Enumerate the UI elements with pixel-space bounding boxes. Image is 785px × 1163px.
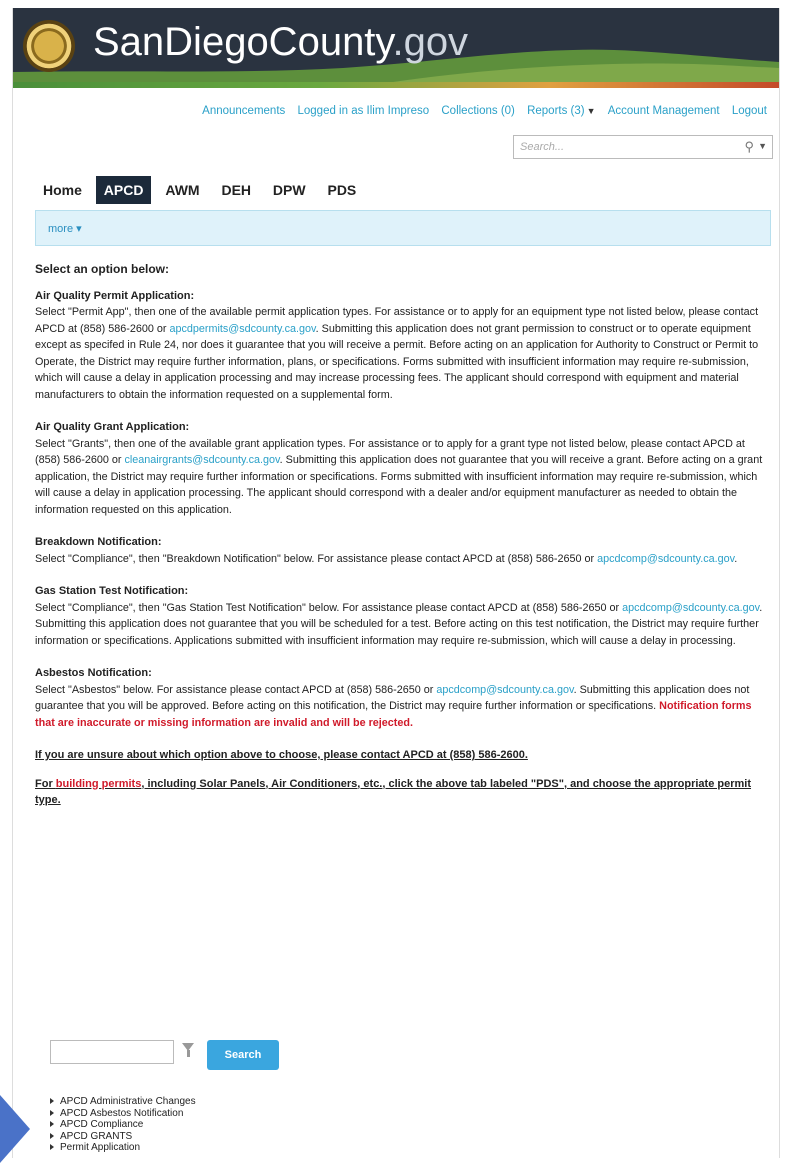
section-gas-station: Gas Station Test Notification: Select "C… (35, 583, 771, 649)
tab-dpw[interactable]: DPW (265, 176, 314, 204)
record-type-tree: APCD Administrative Changes APCD Asbesto… (50, 1096, 196, 1154)
reports-caret-icon[interactable]: ▼ (587, 106, 596, 116)
site-banner: SanDiegoCounty.gov (13, 8, 779, 88)
reports-link[interactable]: Reports (3) (527, 105, 585, 117)
section-permit: Air Quality Permit Application: Select "… (35, 288, 771, 404)
tree-item-label: APCD Administrative Changes (60, 1096, 196, 1107)
tab-awm[interactable]: AWM (157, 176, 207, 204)
email-link[interactable]: apcdcomp@sdcounty.ca.gov (597, 553, 734, 565)
tree-item[interactable]: APCD Administrative Changes (50, 1096, 196, 1108)
tree-item-label: Permit Application (60, 1142, 141, 1153)
expand-triangle-icon[interactable] (50, 1098, 54, 1105)
section-grant: Air Quality Grant Application: Select "G… (35, 419, 771, 518)
account-management-link[interactable]: Account Management (608, 105, 720, 117)
tab-apcd[interactable]: APCD (95, 176, 152, 204)
brand-suffix: .gov (392, 20, 469, 64)
subnav-bar: more ▾ (35, 210, 771, 246)
main-content: Select an option below: Air Quality Perm… (35, 261, 771, 821)
page-heading: Select an option below: (35, 262, 170, 276)
building-permits-note: For building permits, including Solar Pa… (35, 776, 771, 809)
tree-item-label: APCD Asbestos Notification (60, 1107, 184, 1119)
banner-stripe (13, 82, 779, 88)
tree-item[interactable]: Permit Application (50, 1142, 196, 1154)
search-dropdown-icon[interactable]: ▼ (758, 141, 767, 151)
site-brand[interactable]: SanDiegoCounty.gov (93, 20, 468, 65)
expand-triangle-icon[interactable] (50, 1109, 54, 1116)
search-button[interactable]: Search (207, 1040, 279, 1070)
section-title: Breakdown Notification: (35, 536, 162, 548)
note-text: For (35, 777, 56, 790)
pointer-arrow-icon (0, 1095, 30, 1163)
filter-input[interactable] (50, 1040, 174, 1064)
expand-triangle-icon[interactable] (50, 1132, 54, 1139)
email-link[interactable]: cleanairgrants@sdcounty.ca.gov (124, 454, 279, 466)
note-text: , including Solar Panels, Air Conditione… (35, 777, 752, 807)
section-title: Air Quality Permit Application: (35, 289, 195, 302)
county-seal-logo[interactable] (23, 20, 75, 72)
expand-triangle-icon[interactable] (50, 1121, 54, 1128)
logged-in-link[interactable]: Logged in as Ilim Impreso (297, 105, 429, 117)
search-placeholder: Search... (520, 141, 565, 153)
filter-funnel-stem (187, 1050, 190, 1057)
email-link[interactable]: apcdcomp@sdcounty.ca.gov (622, 602, 759, 614)
section-text: . (734, 552, 738, 565)
unsure-note: If you are unsure about which option abo… (35, 749, 528, 761)
section-text: Select "Compliance", then "Gas Station T… (35, 601, 623, 614)
section-text: Select "Compliance", then "Breakdown Not… (35, 552, 598, 565)
email-link[interactable]: apcdpermits@sdcounty.ca.gov (169, 323, 315, 335)
section-breakdown: Breakdown Notification: Select "Complian… (35, 534, 771, 567)
building-permits-text: building permits (55, 777, 142, 790)
tab-home[interactable]: Home (35, 176, 90, 204)
email-link[interactable]: apcdcomp@sdcounty.ca.gov (436, 684, 573, 696)
section-text: Select "Asbestos" below. For assistance … (35, 683, 437, 696)
collections-link[interactable]: Collections (0) (441, 105, 515, 117)
section-title: Gas Station Test Notification: (35, 585, 189, 597)
expand-triangle-icon[interactable] (50, 1144, 54, 1151)
module-tabs: Home APCD AWM DEH DPW PDS (35, 176, 366, 206)
tree-item[interactable]: APCD Asbestos Notification (50, 1108, 196, 1120)
search-icon[interactable]: ⚲ (744, 139, 754, 155)
tree-item-label: APCD GRANTS (60, 1130, 133, 1142)
section-asbestos: Asbestos Notification: Select "Asbestos"… (35, 665, 771, 731)
tree-item[interactable]: APCD Compliance (50, 1119, 196, 1131)
global-search-input[interactable]: Search... ⚲ ▼ (513, 135, 773, 159)
tree-item[interactable]: APCD GRANTS (50, 1131, 196, 1143)
page-frame: SanDiegoCounty.gov Announcements Logged … (12, 8, 780, 1158)
tab-deh[interactable]: DEH (213, 176, 259, 204)
section-title: Air Quality Grant Application: (35, 421, 190, 433)
section-title: Asbestos Notification: (35, 667, 152, 679)
brand-main: SanDiegoCounty (93, 20, 393, 64)
logout-link[interactable]: Logout (732, 105, 767, 117)
announcements-link[interactable]: Announcements (202, 105, 285, 117)
tab-pds[interactable]: PDS (319, 176, 364, 204)
tree-item-label: APCD Compliance (60, 1119, 144, 1130)
top-links: Announcements Logged in as Ilim Impreso … (193, 105, 767, 117)
more-menu[interactable]: more ▾ (48, 222, 82, 235)
